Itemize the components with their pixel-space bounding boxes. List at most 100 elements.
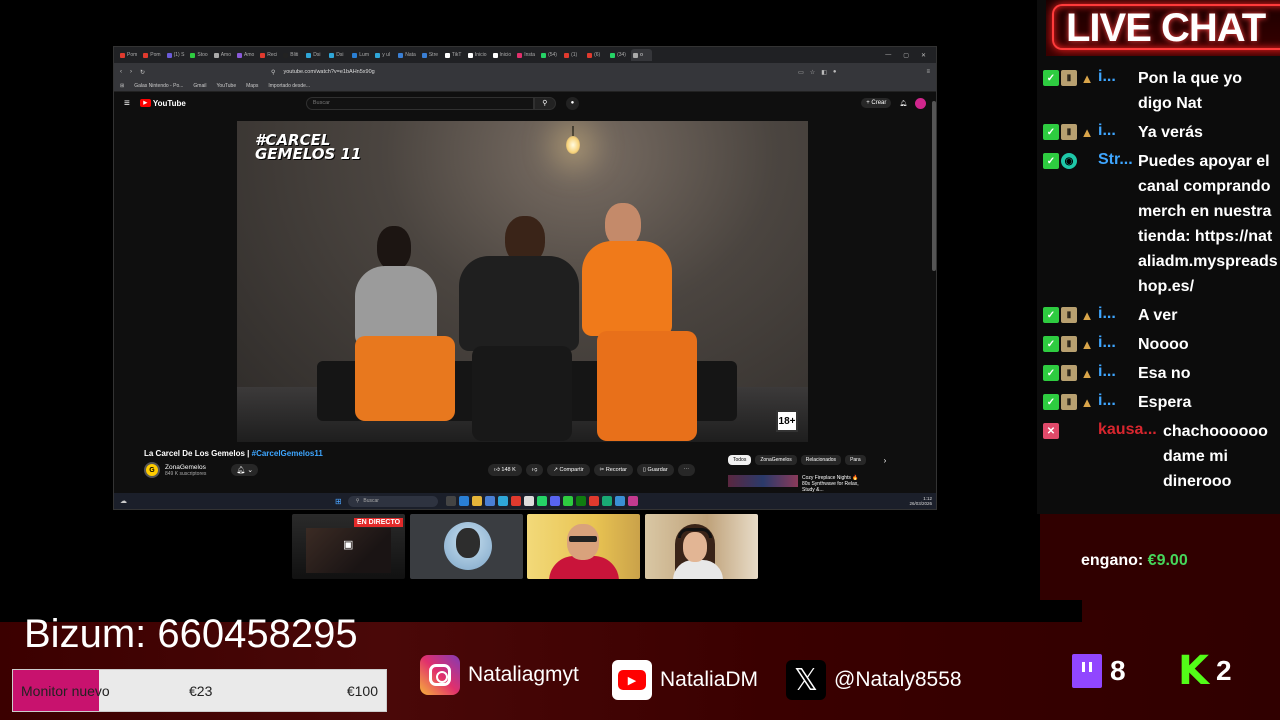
microphone-icon[interactable]: ● [565,96,579,110]
video-hashtag-link[interactable]: #CarcelGemelos11 [252,449,323,458]
browser-tab[interactable]: Inicio [491,49,514,61]
subscription-bell-icon[interactable]: 🔔︎ ⌄ [231,464,259,476]
chat-username[interactable]: i... [1098,361,1138,381]
task-view-icon[interactable] [445,496,456,506]
chat-username[interactable]: i... [1098,390,1138,410]
hamburger-icon[interactable]: ≡ [124,98,130,109]
back-icon[interactable]: ‹ [120,69,122,75]
chip-todos[interactable]: Todos [728,455,752,465]
youtube-logo[interactable]: ▶ YouTube [139,98,186,108]
xbox-icon[interactable] [575,496,586,506]
browser-tab[interactable]: (1) S [165,49,187,61]
video-player[interactable]: #CARCEL GEMELOS 11 18+ [237,121,808,442]
browser-tab[interactable]: TikT [443,49,464,61]
app-icon-2[interactable] [627,496,638,506]
search-input[interactable]: Buscar [305,96,534,110]
browser-tab[interactable]: Pom [118,49,139,61]
save-button[interactable]: ▯ Guardar [636,464,674,476]
notifications-bell-icon[interactable]: 🔔︎ [899,100,907,107]
search-icon[interactable]: ⚲ [533,96,556,110]
taskbar-clock[interactable]: 1:12 26/03/2026 [909,496,932,506]
chrome-icon[interactable] [588,496,599,506]
mail-icon[interactable] [614,496,625,506]
brave-icon[interactable] [510,496,521,506]
minimize-icon[interactable]: — [885,52,891,59]
browser-tab[interactable]: Bliti [281,49,302,61]
chat-username[interactable]: i... [1098,66,1138,86]
whatsapp-icon[interactable] [536,496,547,506]
windows-start-icon[interactable]: ⊞ [335,497,342,506]
chat-username[interactable]: i... [1098,303,1138,323]
dislike-button[interactable]: 👎︎ [525,464,544,476]
menu-icon[interactable]: ≡ [926,69,930,76]
chat-username[interactable]: i... [1098,120,1138,140]
store-icon[interactable] [484,496,495,506]
browser-tab[interactable]: (54) [539,49,560,61]
browser-tab[interactable]: Reci [258,49,279,61]
recommended-thumbnail[interactable] [728,475,798,487]
browser-tab[interactable]: o [631,49,653,61]
browser-tab[interactable]: Inicio [466,49,489,61]
profile-icon[interactable]: ● [833,69,837,76]
browser-tab[interactable]: Amo [212,49,233,61]
chat-username[interactable]: Str... [1098,149,1138,169]
browser-icon[interactable] [497,496,508,506]
folder-icon[interactable] [471,496,482,506]
bookmark-item[interactable]: Galas Nintendo - Po... [134,83,183,89]
channel-name[interactable]: ZonaGemelos [165,464,206,471]
obs-icon[interactable] [601,496,612,506]
chip-relacionados[interactable]: Relacionados [800,455,842,465]
share-button[interactable]: ↗ Compartir [547,464,590,476]
forward-icon[interactable]: › [130,69,132,75]
url-field[interactable]: youtube.com/watch?v=e1bAHn5x90g [283,69,374,75]
site-info-icon[interactable]: ⚲ [271,69,275,76]
browser-tab[interactable]: Nata [396,49,418,61]
app-icon[interactable] [523,496,534,506]
channel-avatar[interactable]: G [144,462,160,478]
chat-username[interactable]: kausa... [1098,419,1163,439]
browser-tab[interactable]: Amo [235,49,256,61]
play-icon[interactable] [562,496,573,506]
close-icon[interactable]: ✕ [921,52,926,59]
bookmark-item[interactable]: Maps [246,83,258,89]
browser-tab[interactable]: Lum [350,49,371,61]
discord-icon[interactable] [549,496,560,506]
scrollbar[interactable] [932,101,936,271]
weather-icon[interactable]: ☁ [120,497,127,505]
cast-icon[interactable]: ▭ [798,69,804,76]
recommended-title[interactable]: Cozy Fireplace Nights 🔥 80s Synthwave fo… [802,475,862,493]
chip-para[interactable]: Para [845,455,866,465]
more-actions-icon[interactable]: ⋯ [677,464,696,476]
tab-label: Bliti [290,52,299,58]
browser-tab[interactable]: Dsi [304,49,325,61]
bookmark-item[interactable]: Importado desde... [268,83,310,89]
maximize-icon[interactable]: ▢ [903,52,909,59]
star-icon[interactable]: ☆ [810,69,815,76]
browser-tab[interactable]: Stre [420,49,441,61]
avatar[interactable] [915,97,926,109]
browser-tab[interactable]: (6) [585,49,606,61]
edge-icon[interactable] [458,496,469,506]
recommended-video[interactable]: Cozy Fireplace Nights 🔥 80s Synthwave fo… [728,475,862,493]
bookmark-item[interactable]: Gmail [193,83,206,89]
browser-tab[interactable]: Stoo [188,49,209,61]
browser-tab[interactable]: Dsi [327,49,348,61]
bookmark-item[interactable]: YouTube [216,83,236,89]
create-button[interactable]: + Crear [861,98,892,108]
taskbar-search[interactable]: ⚲ Buscar [347,495,438,507]
chevron-right-icon[interactable]: › [884,456,887,465]
browser-tab[interactable]: y ul [373,49,394,61]
reload-icon[interactable]: ↻ [140,69,145,76]
like-button[interactable]: 👍︎ 148 K [488,464,522,476]
youtube-logo-text: YouTube [152,98,186,108]
tab-favicon-icon [467,52,473,58]
clip-button[interactable]: ✂ Recortar [593,464,633,476]
browser-tab[interactable]: (1) [562,49,583,61]
browser-tab[interactable]: Insta [515,49,537,61]
apps-grid-icon[interactable]: ⊞ [120,83,124,89]
extension-icon[interactable]: ◧ [821,69,827,76]
browser-tab[interactable]: Pom [141,49,162,61]
chip-zonagemelos[interactable]: ZonaGemelos [755,455,797,465]
browser-tab[interactable]: (34) [608,49,629,61]
chat-username[interactable]: i... [1098,332,1138,352]
